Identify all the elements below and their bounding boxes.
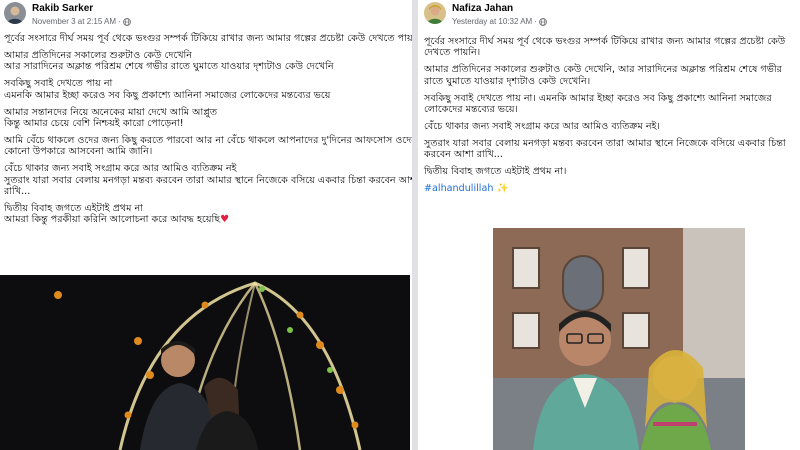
post-header: Rakib Sarker November 3 at 2:15 AM · [4, 2, 131, 32]
post-photo-couple-street[interactable] [493, 228, 745, 450]
author-name[interactable]: Nafiza Jahan [452, 2, 547, 15]
post-text: পূর্বের সংসারে দীর্ঘ সময় পূর্ব থেকে ভংগ… [4, 33, 412, 231]
paragraph: আমার প্রতিদিনের সকালের শুরুটাও কেউ দেখেন… [424, 64, 782, 87]
globe-icon [539, 17, 547, 26]
paragraph: বেঁচে থাকার জন্য সবাই সংগ্রাম করে আর আমি… [4, 163, 412, 197]
profile-avatar-nafiza[interactable] [424, 2, 446, 24]
heart-emoji-icon: ♥ [220, 214, 230, 226]
paragraph: সবকিছু সবাই দেখতে পায় না এমনকি আমার ইচ্… [4, 78, 331, 101]
paragraph: বেঁচে থাকার জন্য সবাই সংগ্রাম করে আর আমি… [424, 120, 660, 132]
post-header: Nafiza Jahan Yesterday at 10:32 AM · [424, 2, 547, 32]
globe-icon [122, 17, 131, 26]
post-rakib: Rakib Sarker November 3 at 2:15 AM · পূর… [0, 0, 412, 450]
paragraph: সুতরাং যারা সবার বেলায় মনগড়া মন্তব্য ক… [424, 137, 786, 161]
paragraph: দ্বিতীয় বিবাহ জগতে এইটাই প্রথম না আমরা … [4, 202, 230, 226]
paragraph: পূর্বের সংসারে দীর্ঘ সময় পূর্ব থেকে ভংগ… [424, 36, 786, 59]
profile-avatar-rakib[interactable] [4, 2, 26, 24]
post-timestamp[interactable]: Yesterday at 10:32 AM · [452, 15, 547, 28]
paragraph: পূর্বের সংসারে দীর্ঘ সময় পূর্ব থেকে ভংগ… [4, 33, 412, 44]
post-nafiza: Nafiza Jahan Yesterday at 10:32 AM · পূর… [412, 0, 800, 450]
hashtag-line: #alhandulillah ✨ [424, 183, 800, 194]
paragraph: দ্বিতীয় বিবাহ জগতে এইটাই প্রথম না। [424, 166, 567, 178]
post-timestamp[interactable]: November 3 at 2:15 AM · [32, 15, 131, 28]
hashtag-link[interactable]: #alhandulillah [424, 183, 493, 194]
post-photo-couple-lights[interactable] [0, 275, 410, 450]
author-name[interactable]: Rakib Sarker [32, 2, 131, 15]
paragraph: আমার প্রতিদিনের সকালের শুরুটাও কেউ দেখেন… [4, 49, 334, 73]
paragraph: আমি বেঁচে থাকলে ওদের জন্য কিছু করতে পারব… [4, 134, 412, 158]
paragraph: আমার সন্তানদের নিয়ে অনেকের মায়া দেখে আ… [4, 106, 218, 129]
post-text: পূর্বের সংসারে দীর্ঘ সময় পূর্ব থেকে ভংগ… [424, 36, 800, 200]
paragraph: সবকিছু সবাই দেখতে পায় না। এমনকি আমার ইচ… [424, 92, 772, 116]
sparkle-emoji-icon: ✨ [496, 183, 509, 195]
